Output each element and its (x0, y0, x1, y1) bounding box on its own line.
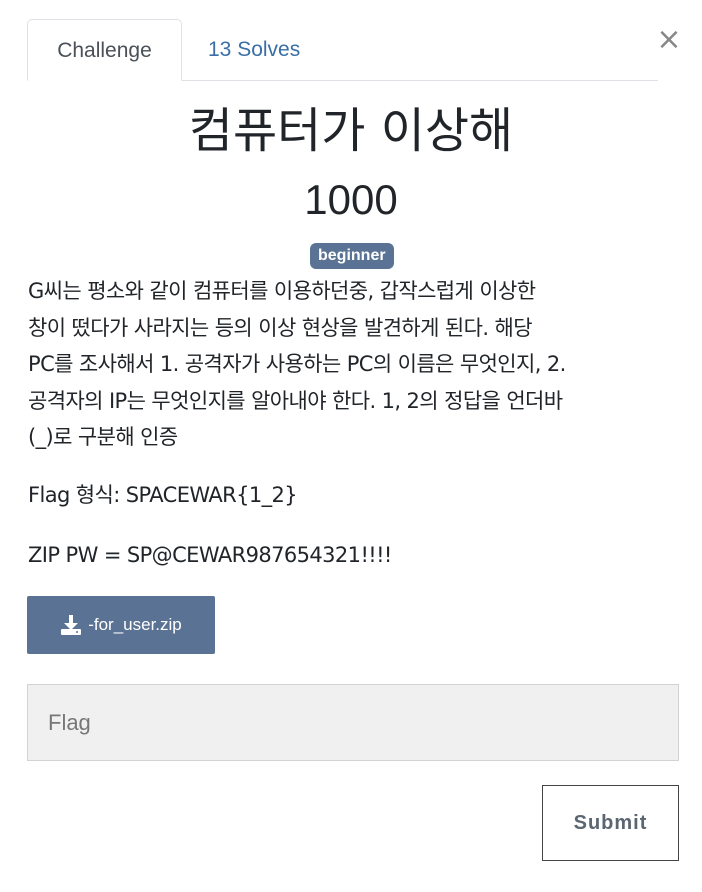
tab-solves[interactable]: 13 Solves (208, 19, 300, 80)
close-icon: × (656, 22, 682, 57)
submit-button[interactable]: Submit (542, 785, 679, 861)
download-file-button[interactable]: -for_user.zip (27, 596, 215, 654)
tab-challenge[interactable]: Challenge (27, 19, 182, 81)
description-line: PC를 조사해서 1. 공격자가 사용하는 PC의 이름은 무엇인지, 2. (28, 352, 566, 376)
flag-format-text: Flag 형식: SPACEWAR{1_2} (28, 483, 298, 507)
flag-input[interactable] (27, 684, 679, 761)
challenge-modal: Challenge 13 Solves × 컴퓨터가 이상해 1000 begi… (0, 0, 702, 892)
challenge-description: G씨는 평소와 같이 컴퓨터를 이용하던중, 갑작스럽게 이상한 창이 떴다가 … (28, 273, 678, 456)
description-line: 창이 떴다가 사라지는 등의 이상 현상을 발견하게 된다. 해당 (28, 315, 533, 340)
zip-password-text: ZIP PW = SP@CEWAR987654321!!!! (28, 543, 392, 567)
challenge-points: 1000 (304, 176, 398, 223)
description-line: 공격자의 IP는 무엇인지를 알아내야 한다. 1, 2의 정답을 언더바 (28, 388, 563, 413)
download-file-label: -for_user.zip (88, 615, 182, 634)
tab-bar: Challenge 13 Solves (27, 19, 658, 81)
description-line: (_)로 구분해 인증 (28, 425, 178, 449)
category-badge: beginner (310, 243, 394, 269)
download-icon (61, 615, 82, 635)
close-button[interactable]: × (656, 25, 682, 55)
challenge-title: 컴퓨터가 이상해 (188, 103, 514, 159)
description-line: G씨는 평소와 같이 컴퓨터를 이용하던중, 갑작스럽게 이상한 (28, 279, 536, 303)
